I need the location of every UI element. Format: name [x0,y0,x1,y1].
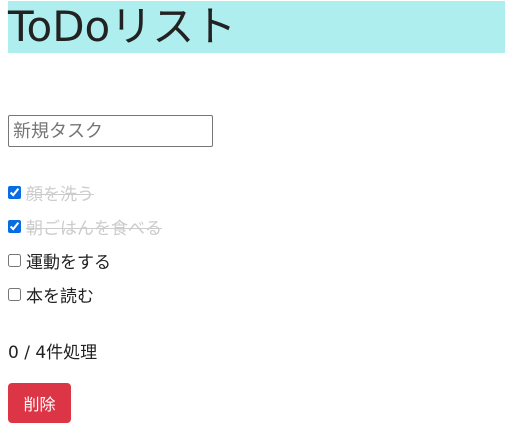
todo-checkbox[interactable] [8,287,21,301]
todo-item: 運動をする [8,243,162,277]
todo-list: 顔を洗う 朝ごはんを食べる 運動をする 本を読む [8,175,162,311]
header-banner: ToDoリスト [8,1,505,53]
todo-app: ToDoリスト 顔を洗う 朝ごはんを食べる 運動をする 本を読む 0 / 4件処… [0,0,505,437]
todo-checkbox[interactable] [8,185,21,199]
progress-status: 0 / 4件処理 [8,343,98,363]
todo-checkbox[interactable] [8,253,21,267]
todo-item: 朝ごはんを食べる [8,209,162,243]
page-title: ToDoリスト [8,2,237,51]
todo-label: 運動をする [26,252,111,273]
todo-label: 朝ごはんを食べる [26,218,162,239]
todo-item: 本を読む [8,277,162,311]
delete-button[interactable]: 削除 [8,383,71,423]
todo-item: 顔を洗う [8,175,162,209]
todo-checkbox[interactable] [8,219,21,233]
new-task-input[interactable] [8,115,213,147]
todo-label: 顔を洗う [26,184,94,205]
todo-label: 本を読む [26,286,94,307]
